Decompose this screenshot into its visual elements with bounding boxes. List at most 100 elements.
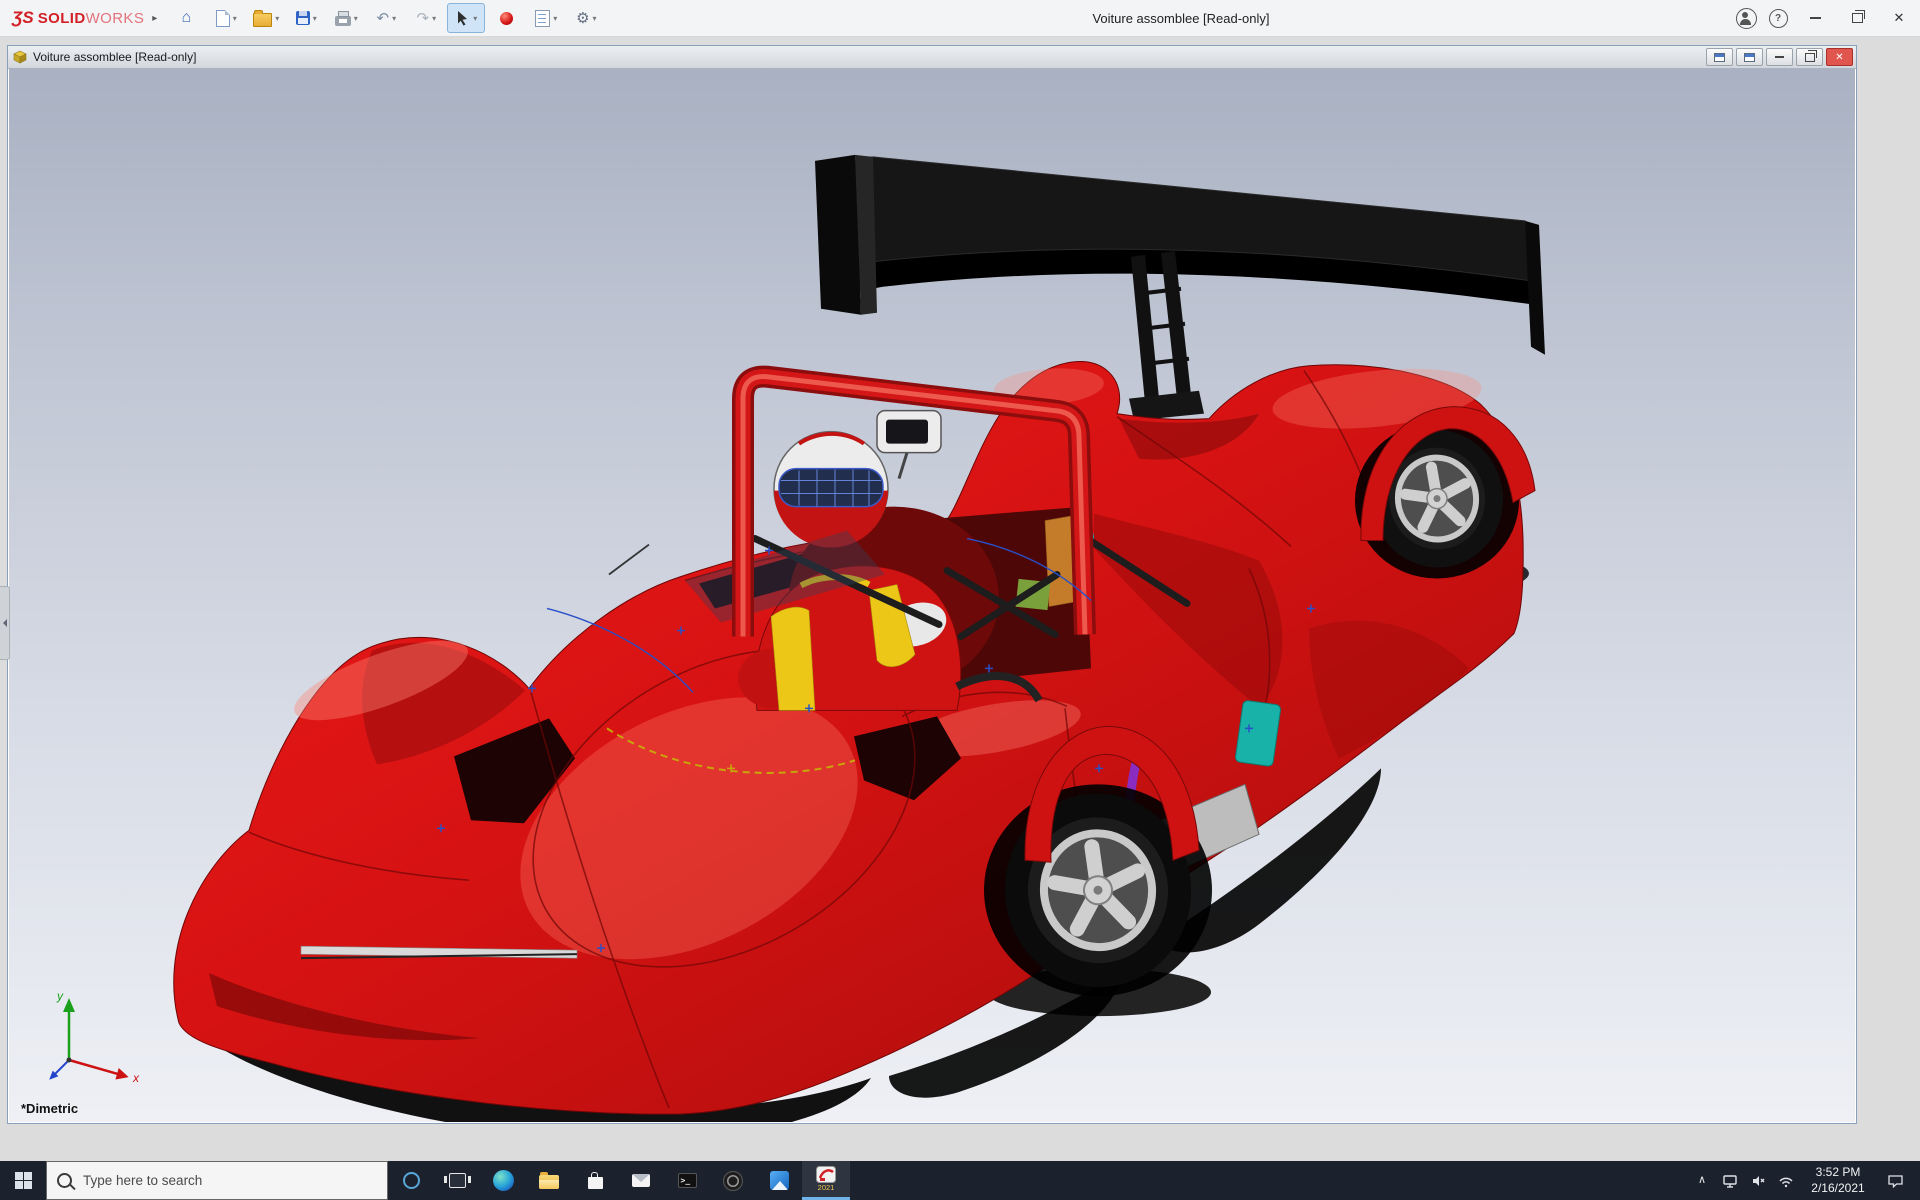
doc-tile-button-2[interactable] <box>1736 48 1763 66</box>
home-button[interactable]: ⌂ <box>167 3 205 33</box>
new-document-icon <box>216 10 230 27</box>
new-document-button[interactable]: ▾ <box>207 3 245 33</box>
save-icon <box>296 11 310 25</box>
action-center-icon <box>1887 1173 1904 1189</box>
mail-icon <box>632 1174 650 1187</box>
xpress-sphere-button[interactable] <box>487 3 525 33</box>
action-center-button[interactable] <box>1876 1161 1914 1200</box>
rear-view-mirror[interactable] <box>877 411 941 479</box>
taskbar-terminal-button[interactable]: >_ <box>664 1161 710 1200</box>
doc-restore-button[interactable] <box>1796 48 1823 66</box>
clock-time: 3:52 PM <box>1800 1165 1876 1181</box>
solidworks-version-badge: 2021 <box>818 1184 835 1192</box>
document-title: Voiture assomblee [Read-only] <box>33 50 196 64</box>
dropdown-caret[interactable]: ▾ <box>354 14 358 23</box>
doc-close-button[interactable]: ✕ <box>1826 48 1853 66</box>
user-account-icon <box>1736 8 1757 29</box>
side-window-opening[interactable] <box>1235 700 1281 767</box>
helmet-visor <box>779 469 883 507</box>
terminal-icon: >_ <box>678 1173 697 1188</box>
display-tray-button[interactable] <box>1716 1161 1744 1200</box>
print-button[interactable]: ▾ <box>327 3 365 33</box>
graphics-viewport[interactable]: x y *Dimetric <box>9 69 1855 1122</box>
account-button[interactable] <box>1730 0 1762 36</box>
open-button[interactable]: ▾ <box>247 3 285 33</box>
undo-button[interactable]: ↶ ▾ <box>367 3 405 33</box>
dropdown-caret[interactable]: ▾ <box>432 14 436 23</box>
dropdown-caret[interactable]: ▾ <box>233 14 237 23</box>
help-button[interactable]: ? <box>1762 0 1794 36</box>
assembly-document-icon <box>13 50 27 64</box>
open-folder-icon <box>253 13 272 27</box>
close-icon: ✕ <box>1894 10 1905 26</box>
dropdown-caret[interactable]: ▾ <box>473 14 477 23</box>
select-cursor-icon <box>455 10 470 26</box>
dropdown-caret[interactable]: ▾ <box>392 14 396 23</box>
photos-icon <box>770 1171 789 1190</box>
document-window-buttons: ✕ <box>1703 48 1853 66</box>
app-close-button[interactable]: ✕ <box>1878 0 1920 36</box>
help-icon: ? <box>1769 9 1788 28</box>
doc-minimize-button[interactable] <box>1766 48 1793 66</box>
volume-tray-button[interactable] <box>1744 1161 1772 1200</box>
y-axis-label: y <box>56 989 64 1003</box>
dropdown-caret[interactable]: ▾ <box>553 14 557 23</box>
undo-icon: ↶ <box>377 11 390 26</box>
task-view-button[interactable] <box>434 1161 480 1200</box>
search-input[interactable] <box>81 1172 377 1189</box>
options-button[interactable]: ⚙ ▾ <box>567 3 605 33</box>
network-icon <box>1778 1173 1794 1189</box>
edge-browser-icon <box>493 1170 514 1191</box>
taskbar-edge-button[interactable] <box>480 1161 526 1200</box>
orientation-triad[interactable]: x y <box>35 982 145 1092</box>
chevron-up-icon: ∧ <box>1698 1175 1706 1186</box>
task-view-icon <box>449 1173 466 1188</box>
app-minimize-button[interactable] <box>1794 0 1836 36</box>
print-icon <box>335 16 351 26</box>
car-assembly-model[interactable] <box>9 69 1855 1122</box>
taskbar-photos-button[interactable] <box>756 1161 802 1200</box>
select-tool-button[interactable]: ▾ <box>447 3 485 33</box>
harness-strap <box>771 607 815 710</box>
solidworks-application: ƷS SOLID WORKS ▸ ⌂ ▾ ▾ ▾ ▾ <box>0 0 1920 1200</box>
brand-solid: SOLID <box>38 10 86 27</box>
start-button[interactable] <box>0 1161 46 1200</box>
network-tray-button[interactable] <box>1772 1161 1800 1200</box>
tile-window-icon <box>1744 53 1755 62</box>
file-explorer-icon <box>539 1175 559 1189</box>
system-tray: ∧ <box>1688 1161 1920 1200</box>
save-button[interactable]: ▾ <box>287 3 325 33</box>
clock-date: 2/16/2021 <box>1800 1181 1876 1197</box>
display-icon <box>1722 1173 1738 1189</box>
app-window-title: Voiture assomblee [Read-only] <box>1092 11 1269 26</box>
app-restore-button[interactable] <box>1836 0 1878 36</box>
minimize-icon <box>1810 17 1821 19</box>
close-icon: ✕ <box>1835 52 1843 63</box>
cortana-button[interactable] <box>388 1161 434 1200</box>
solidworks-app-icon <box>816 1166 836 1183</box>
windows-logo-icon <box>15 1172 32 1189</box>
dropdown-caret[interactable]: ▾ <box>275 14 279 23</box>
taskbar-mail-button[interactable] <box>618 1161 664 1200</box>
document-window: Voiture assomblee [Read-only] ✕ <box>7 45 1857 1124</box>
cortana-icon <box>403 1172 420 1189</box>
taskbar-search-box[interactable] <box>46 1161 388 1200</box>
taskbar-store-button[interactable] <box>572 1161 618 1200</box>
microsoft-store-icon <box>588 1177 603 1189</box>
doc-tile-button-1[interactable] <box>1706 48 1733 66</box>
menu-flyout-arrow[interactable]: ▸ <box>150 13 167 24</box>
media-player-icon <box>723 1171 743 1191</box>
dropdown-caret[interactable]: ▾ <box>593 14 597 23</box>
dropdown-caret[interactable]: ▾ <box>313 14 317 23</box>
taskbar-media-button[interactable] <box>710 1161 756 1200</box>
taskbar-clock[interactable]: 3:52 PM 2/16/2021 <box>1800 1165 1876 1196</box>
wing-supports <box>1129 251 1204 421</box>
hidden-icons-button[interactable]: ∧ <box>1688 1161 1716 1200</box>
x-axis-label: x <box>132 1071 140 1085</box>
taskbar-solidworks-button[interactable]: 2021 <box>802 1161 850 1200</box>
document-properties-button[interactable]: ▾ <box>527 3 565 33</box>
document-titlebar[interactable]: Voiture assomblee [Read-only] ✕ <box>8 46 1856 69</box>
collapsed-panel-handle[interactable] <box>0 586 10 660</box>
redo-button[interactable]: ↷ ▾ <box>407 3 445 33</box>
taskbar-file-explorer-button[interactable] <box>526 1161 572 1200</box>
